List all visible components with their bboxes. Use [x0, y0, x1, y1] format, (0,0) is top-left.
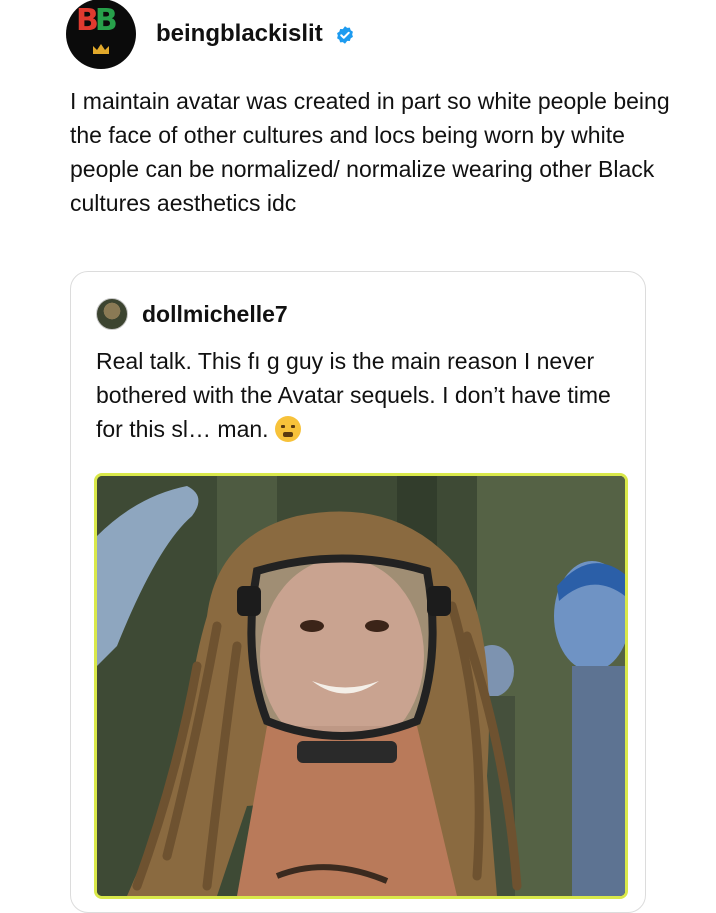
photo-illustration: [97, 476, 625, 896]
avatar[interactable]: BB: [66, 0, 136, 69]
username[interactable]: beingblackislit: [156, 20, 355, 48]
quoted-post-header: dollmichelle7: [96, 298, 288, 330]
quoted-username[interactable]: dollmichelle7: [142, 301, 288, 328]
steam-face-emoji-icon: [274, 416, 301, 442]
post-header: BB beingblackislit: [66, 0, 355, 69]
quoted-avatar[interactable]: [96, 298, 128, 330]
username-text[interactable]: beingblackislit: [156, 20, 323, 47]
avatar-logo: BB: [76, 3, 118, 38]
quoted-post-photo[interactable]: [94, 473, 628, 899]
quoted-post-text: Real talk. This fı g guy is the main rea…: [96, 344, 636, 446]
quoted-post-text-body: Real talk. This fı g guy is the main rea…: [96, 348, 611, 442]
quoted-post-card[interactable]: dollmichelle7 Real talk. This fı g guy i…: [70, 271, 646, 913]
post-caption: I maintain avatar was created in part so…: [70, 88, 670, 216]
verified-badge-icon: [337, 25, 354, 44]
crown-icon: [93, 44, 109, 54]
